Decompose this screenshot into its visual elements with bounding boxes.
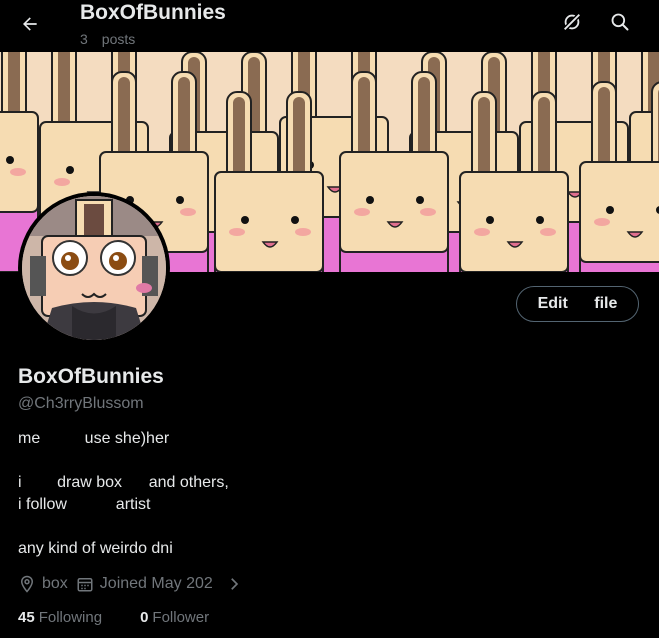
chevron-right-icon[interactable] bbox=[225, 575, 243, 593]
profile-meta: box Joined May 202 bbox=[18, 572, 243, 596]
followers-label: Follower bbox=[152, 609, 210, 626]
location: box bbox=[18, 575, 68, 593]
avatar[interactable] bbox=[18, 192, 170, 344]
edit-profile-button[interactable]: Edit file bbox=[516, 286, 639, 322]
bio-line bbox=[18, 450, 229, 472]
handle: @Ch3rryBlussom bbox=[18, 395, 144, 412]
following-link[interactable]: 45 Following bbox=[18, 609, 102, 626]
post-count-number: 3 bbox=[80, 31, 88, 47]
location-text: box bbox=[42, 575, 68, 592]
display-name: BoxOfBunnies bbox=[18, 365, 164, 388]
top-header: BoxOfBunnies 3 posts bbox=[0, 0, 659, 52]
joined-text: Joined May 202 bbox=[99, 575, 213, 592]
bio: me use she)her i draw box and others, i fo… bbox=[18, 428, 229, 560]
bio-line: i draw box and others, bbox=[18, 474, 229, 491]
bio-line: me use she)her bbox=[18, 430, 170, 447]
bio-line: any kind of weirdo dni bbox=[18, 540, 173, 557]
followers-link[interactable]: 0 Follower bbox=[140, 609, 209, 626]
search-icon bbox=[611, 13, 629, 31]
header-title: BoxOfBunnies bbox=[80, 1, 226, 24]
joined-date: Joined May 202 bbox=[76, 575, 213, 593]
post-count-label: posts bbox=[101, 31, 136, 47]
location-pin-icon bbox=[20, 575, 34, 593]
bio-line bbox=[18, 516, 229, 538]
search-button[interactable] bbox=[602, 4, 638, 40]
calendar-icon bbox=[77, 578, 93, 592]
following-label: Following bbox=[38, 609, 103, 626]
post-count: 3 posts bbox=[80, 31, 135, 47]
following-count: 45 bbox=[18, 609, 35, 626]
followers-count: 0 bbox=[140, 609, 149, 626]
profile-page: BoxOfBunnies 3 posts Edit file BoxOfBunn… bbox=[0, 0, 659, 638]
follow-stats: 45 Following 0 Follower bbox=[18, 609, 209, 626]
grok-icon bbox=[563, 13, 581, 31]
arrow-left-icon bbox=[23, 17, 37, 31]
back-button[interactable] bbox=[10, 4, 50, 44]
grok-button[interactable] bbox=[554, 4, 590, 40]
avatar-image bbox=[22, 196, 166, 340]
bio-line: i follow artist bbox=[18, 496, 151, 513]
